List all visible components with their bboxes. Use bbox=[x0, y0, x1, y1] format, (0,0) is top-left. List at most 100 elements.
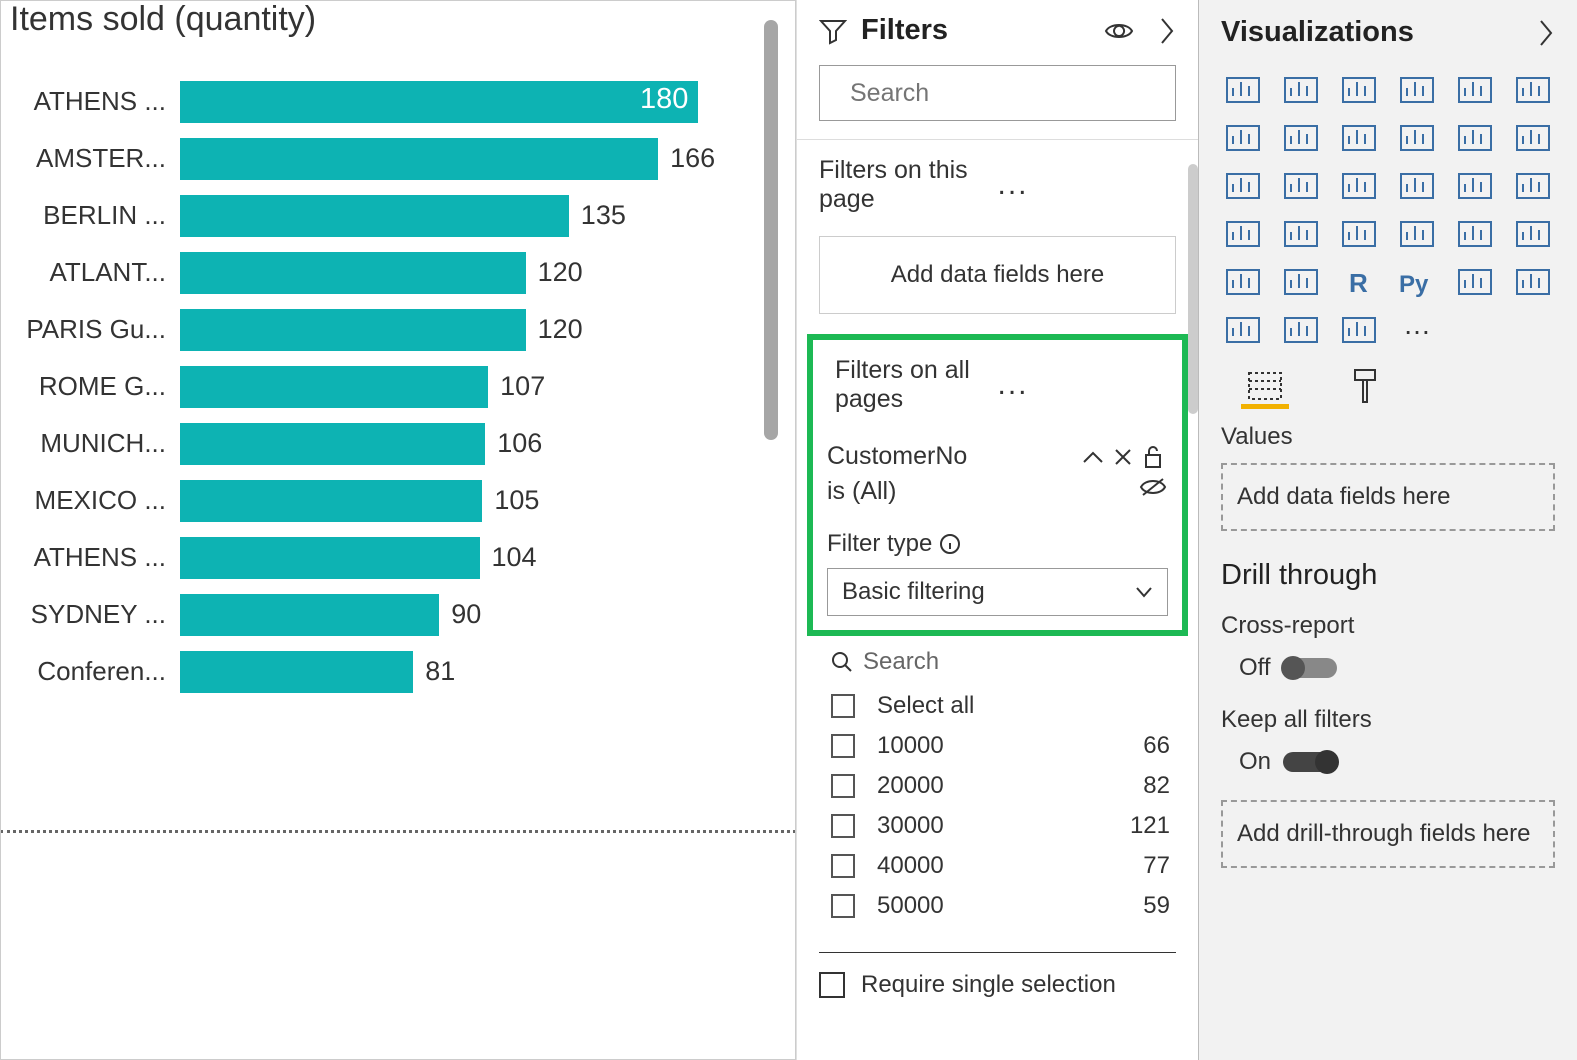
filter-type-dropdown[interactable]: Basic filtering bbox=[827, 568, 1168, 616]
python-icon[interactable]: Py bbox=[1395, 263, 1439, 299]
chart-row[interactable]: MUNICH... 106 bbox=[0, 415, 756, 472]
chart-scrollbar[interactable] bbox=[764, 20, 778, 700]
multi-card-icon[interactable] bbox=[1395, 215, 1439, 251]
chart-row[interactable]: MEXICO ... 105 bbox=[0, 472, 756, 529]
chart-value: 90 bbox=[439, 599, 481, 630]
lock-icon[interactable] bbox=[1138, 445, 1168, 469]
filter-values-search[interactable]: Search bbox=[819, 648, 1176, 676]
ribbon-icon[interactable] bbox=[1453, 119, 1497, 155]
filters-pane: Filters Filters on this page ... Add dat… bbox=[797, 0, 1199, 1060]
chart-value: 135 bbox=[569, 200, 626, 231]
keep-filters-toggle[interactable]: On bbox=[1221, 748, 1555, 776]
filters-on-all-highlight: Filters on all pages ... CustomerNo is (… bbox=[807, 334, 1188, 636]
matrix-icon[interactable] bbox=[1279, 263, 1323, 299]
chart-row[interactable]: ATLANT... 120 bbox=[0, 244, 756, 301]
chart-row[interactable]: Conferen... 81 bbox=[0, 643, 756, 700]
checkbox[interactable] bbox=[831, 734, 855, 758]
line-clustered-icon[interactable] bbox=[1395, 119, 1439, 155]
line-icon[interactable] bbox=[1221, 119, 1265, 155]
select-all-row[interactable]: Select all bbox=[797, 686, 1198, 726]
more-icon[interactable]: ... bbox=[998, 368, 1161, 402]
area-icon[interactable] bbox=[1279, 119, 1323, 155]
filled-map-icon[interactable] bbox=[1221, 215, 1265, 251]
slicer-icon[interactable] bbox=[1511, 215, 1555, 251]
fields-tab[interactable] bbox=[1241, 365, 1289, 409]
filter-option-row[interactable]: 2000082 bbox=[797, 766, 1198, 806]
checkbox[interactable] bbox=[819, 972, 845, 998]
values-drop[interactable]: Add data fields here bbox=[1221, 463, 1555, 531]
stacked-area-icon[interactable] bbox=[1337, 119, 1381, 155]
checkbox[interactable] bbox=[831, 694, 855, 718]
checkbox[interactable] bbox=[831, 814, 855, 838]
checkbox[interactable] bbox=[831, 774, 855, 798]
filters-on-page-header[interactable]: Filters on this page ... bbox=[797, 139, 1198, 230]
key-influencers-icon[interactable] bbox=[1453, 263, 1497, 299]
chart-category: ATLANT... bbox=[0, 257, 180, 288]
filter-field-name: CustomerNo bbox=[827, 442, 1078, 471]
paginated-icon[interactable] bbox=[1279, 311, 1323, 347]
format-tab[interactable] bbox=[1341, 365, 1389, 409]
clustered-bar-icon[interactable] bbox=[1337, 71, 1381, 107]
column-line-icon[interactable] bbox=[1511, 71, 1555, 107]
more-icon[interactable]: … bbox=[1395, 311, 1439, 347]
filter-option-row[interactable]: 4000077 bbox=[797, 846, 1198, 886]
filters-search-input[interactable] bbox=[850, 79, 1172, 108]
chart-row[interactable]: ATHENS ... 104 bbox=[0, 529, 756, 586]
stacked-bar-icon[interactable] bbox=[1221, 71, 1265, 107]
stacked-bar-100-icon[interactable] bbox=[1453, 71, 1497, 107]
clustered-column-icon[interactable] bbox=[1279, 71, 1323, 107]
gauge-icon[interactable] bbox=[1279, 215, 1323, 251]
scatter-icon[interactable] bbox=[1279, 167, 1323, 203]
require-single-row[interactable]: Require single selection bbox=[819, 952, 1176, 999]
option-count: 77 bbox=[1143, 852, 1170, 880]
table-icon[interactable] bbox=[1221, 263, 1265, 299]
filter-option-row[interactable]: 1000066 bbox=[797, 726, 1198, 766]
info-icon[interactable] bbox=[940, 534, 960, 554]
drill-through-drop[interactable]: Add drill-through fields here bbox=[1221, 800, 1555, 868]
chart-row[interactable]: BERLIN ... 135 bbox=[0, 187, 756, 244]
chevron-right-icon[interactable] bbox=[1158, 17, 1176, 45]
chart-row[interactable]: PARIS Gu... 120 bbox=[0, 301, 756, 358]
filters-on-all-header[interactable]: Filters on all pages ... bbox=[813, 340, 1182, 430]
chart-category: ATHENS ... bbox=[0, 542, 180, 573]
clear-icon[interactable] bbox=[1108, 447, 1138, 467]
option-label: 10000 bbox=[877, 732, 1143, 760]
chart-category: ATHENS ... bbox=[0, 86, 180, 117]
filter-option-row[interactable]: 30000121 bbox=[797, 806, 1198, 846]
r-script-icon[interactable]: R bbox=[1337, 263, 1381, 299]
chart-row[interactable]: AMSTER... 166 bbox=[0, 130, 756, 187]
pie-icon[interactable] bbox=[1337, 167, 1381, 203]
filter-option-row[interactable]: 5000059 bbox=[797, 886, 1198, 926]
funnel-icon[interactable] bbox=[1221, 167, 1265, 203]
shape-icon[interactable] bbox=[1337, 311, 1381, 347]
treemap-icon[interactable] bbox=[1453, 167, 1497, 203]
checkbox[interactable] bbox=[831, 894, 855, 918]
filters-on-page-drop[interactable]: Add data fields here bbox=[819, 236, 1176, 314]
chart-row[interactable]: ATHENS ... 180 bbox=[0, 73, 756, 130]
kpi-icon[interactable] bbox=[1453, 215, 1497, 251]
chart-category: MEXICO ... bbox=[0, 485, 180, 516]
waterfall-icon[interactable] bbox=[1511, 119, 1555, 155]
more-icon[interactable]: ... bbox=[998, 168, 1177, 202]
hide-icon[interactable] bbox=[1138, 477, 1168, 506]
checkbox[interactable] bbox=[831, 854, 855, 878]
option-count: 59 bbox=[1143, 892, 1170, 920]
cross-report-toggle[interactable]: Off bbox=[1221, 654, 1555, 682]
map-icon[interactable] bbox=[1511, 167, 1555, 203]
chart-row[interactable]: SYDNEY ... 90 bbox=[0, 586, 756, 643]
chevron-right-icon[interactable] bbox=[1537, 19, 1555, 47]
card-icon[interactable] bbox=[1337, 215, 1381, 251]
chart-row[interactable]: ROME G... 107 bbox=[0, 358, 756, 415]
visualizations-pane: Visualizations RPy… Values Add data fiel… bbox=[1199, 0, 1577, 1060]
decomposition-icon[interactable] bbox=[1511, 263, 1555, 299]
qna-icon[interactable] bbox=[1221, 311, 1265, 347]
filters-title: Filters bbox=[861, 14, 1104, 47]
collapse-icon[interactable] bbox=[1078, 450, 1108, 464]
donut-icon[interactable] bbox=[1395, 167, 1439, 203]
chart-category: Conferen... bbox=[0, 656, 180, 687]
stacked-column-100-icon[interactable] bbox=[1395, 71, 1439, 107]
eye-icon[interactable] bbox=[1104, 20, 1134, 42]
chart-visual[interactable]: Items sold (quantity) ATHENS ... 180AMST… bbox=[0, 0, 797, 1060]
filters-scrollbar[interactable] bbox=[1188, 164, 1198, 414]
filters-search[interactable] bbox=[819, 65, 1176, 121]
